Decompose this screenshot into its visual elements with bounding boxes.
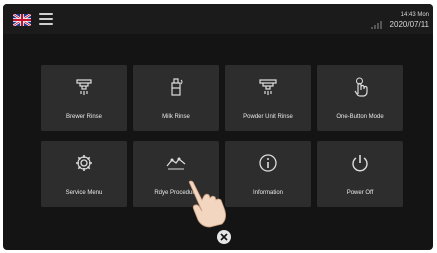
tile-label: Brewer Rinse [65, 114, 102, 120]
powder-unit-rinse-button[interactable]: Powder Unit Rinse [225, 65, 311, 131]
clock-time: 14:43 Mon [400, 12, 429, 18]
gear-icon [72, 151, 96, 175]
information-button[interactable]: Information [225, 141, 311, 207]
info-icon [256, 151, 280, 175]
uk-flag-icon[interactable] [12, 13, 32, 27]
brewer-rinse-icon [72, 75, 96, 99]
powder-unit-rinse-icon [256, 75, 280, 99]
pointing-hand-icon [180, 178, 236, 228]
top-bar: 14:43 Mon 2020/07/11 [3, 4, 433, 34]
hamburger-menu-icon[interactable] [39, 13, 53, 25]
one-button-mode-button[interactable]: One-Button Mode [317, 65, 403, 131]
brewer-rinse-button[interactable]: Brewer Rinse [41, 65, 127, 131]
procedure-icon [164, 151, 188, 175]
service-menu-button[interactable]: Service Menu [41, 141, 127, 207]
tile-label: Power Off [346, 190, 374, 196]
tile-label: One-Button Mode [336, 114, 384, 120]
close-button[interactable] [217, 230, 231, 244]
clock-date: 2020/07/11 [389, 20, 429, 29]
tile-label: Powder Unit Rinse [243, 114, 293, 120]
power-off-button[interactable]: Power Off [317, 141, 403, 207]
connection-icon [371, 16, 383, 29]
tile-label: Milk Rinse [162, 114, 190, 120]
close-icon [220, 233, 228, 241]
power-icon [348, 151, 372, 175]
milk-rinse-button[interactable]: Milk Rinse [133, 65, 219, 131]
tile-label: Information [252, 190, 283, 196]
tile-label: Service Menu [65, 190, 103, 196]
one-button-mode-icon [348, 75, 372, 99]
milk-rinse-icon [164, 75, 188, 99]
clock: 14:43 Mon 2020/07/11 [390, 10, 429, 30]
